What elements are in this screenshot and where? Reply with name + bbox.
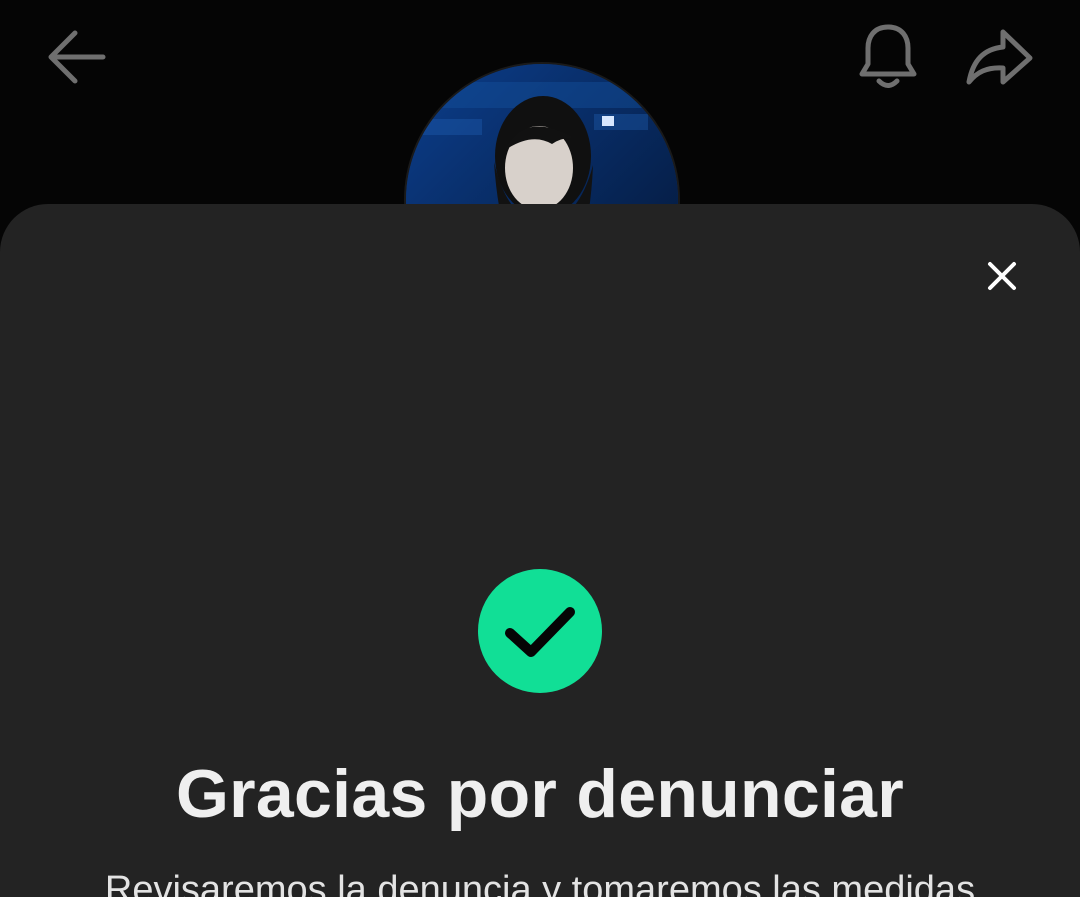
checkmark-icon (505, 607, 575, 657)
confirmation-message: Revisaremos la denuncia y tomaremos las … (104, 869, 976, 897)
report-confirmation-screen: Gracias por denunciar Revisaremos la den… (0, 0, 1080, 897)
arrow-left-icon (48, 30, 106, 84)
close-icon (988, 262, 1016, 290)
back-button[interactable] (36, 22, 112, 92)
share-arrow-icon (966, 29, 1033, 85)
share-button[interactable] (962, 20, 1038, 92)
confirmation-title: Gracias por denunciar (175, 756, 905, 832)
close-button[interactable] (972, 244, 1032, 308)
success-badge (478, 569, 602, 693)
bell-icon (859, 24, 917, 88)
notification-bell-button[interactable] (850, 18, 926, 94)
